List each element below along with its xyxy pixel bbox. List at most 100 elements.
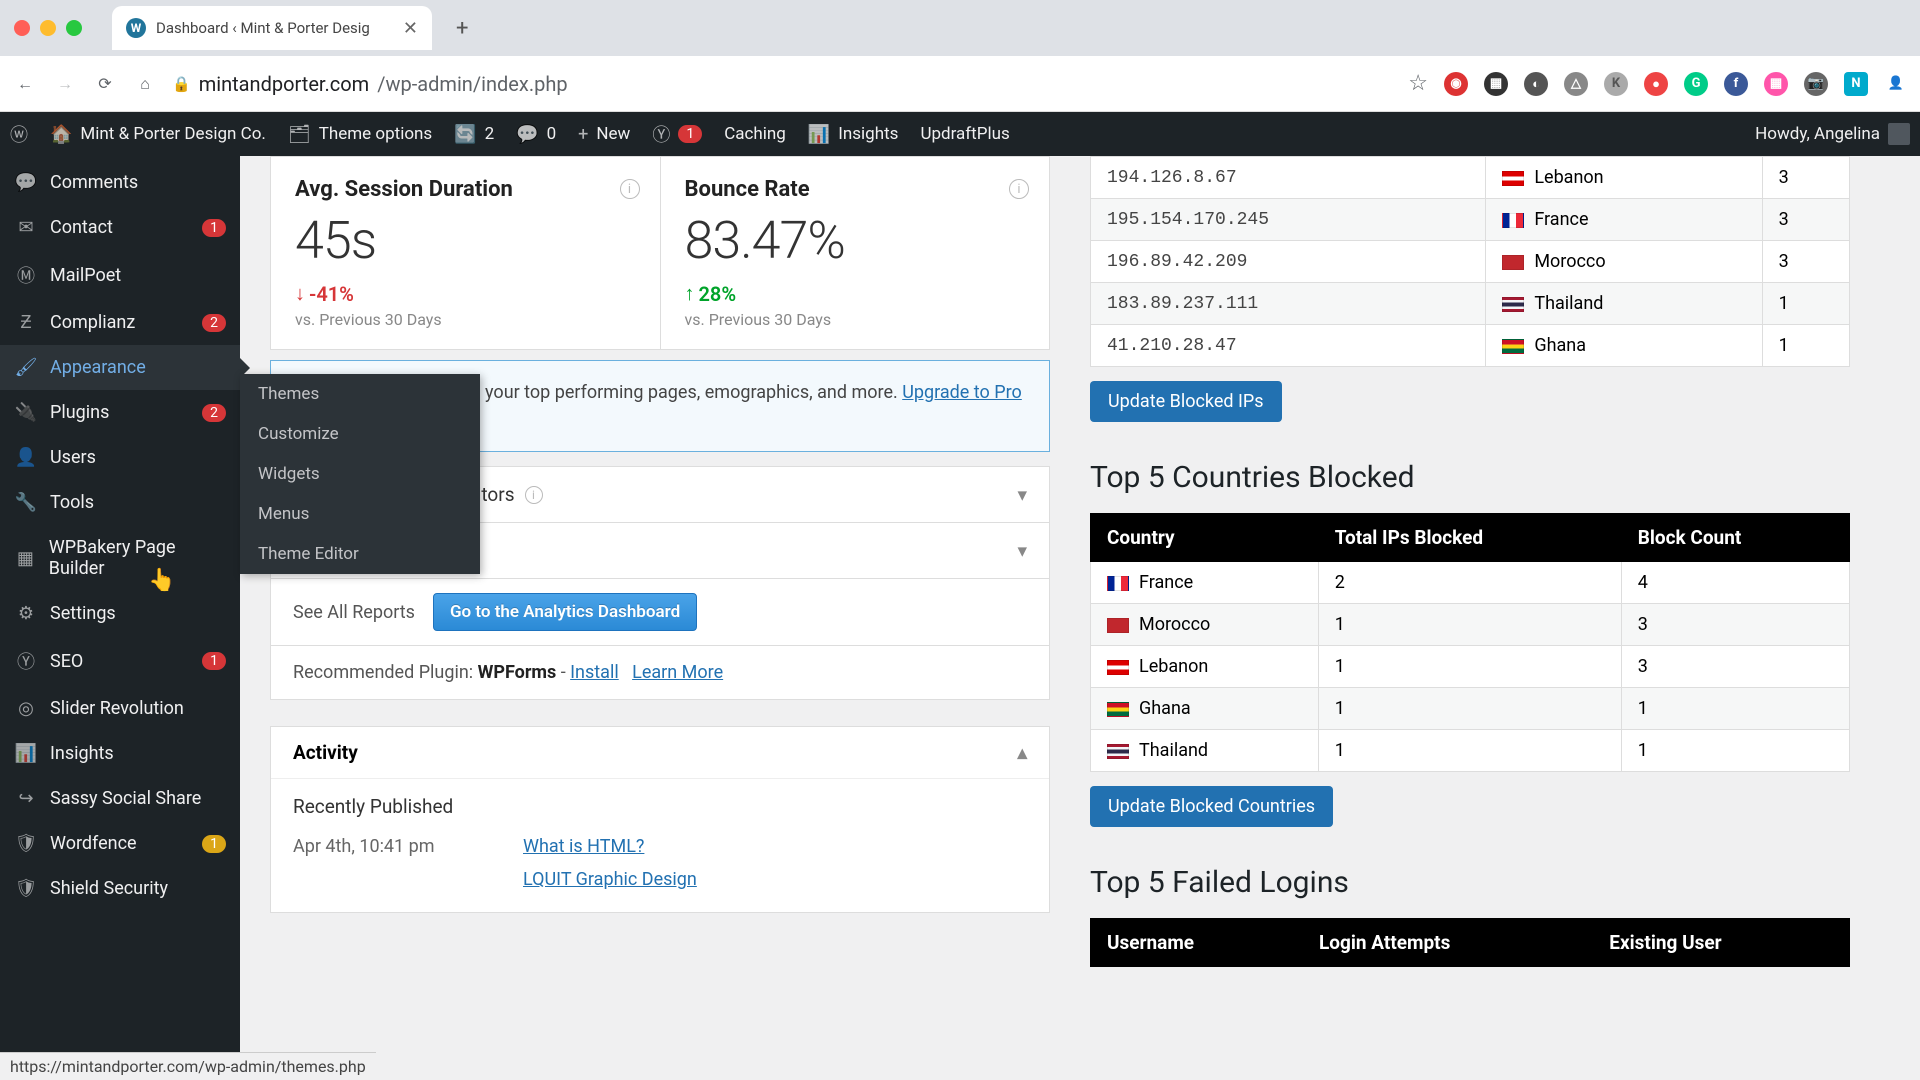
analytics-dashboard-button[interactable]: Go to the Analytics Dashboard bbox=[433, 593, 697, 631]
info-icon[interactable]: i bbox=[525, 486, 543, 504]
updraft-link[interactable]: UpdraftPlus bbox=[920, 124, 1009, 144]
info-icon[interactable]: i bbox=[620, 179, 640, 199]
activity-date: Apr 4th, 10:41 pm bbox=[293, 836, 493, 857]
card-title: Bounce Rate bbox=[685, 177, 1026, 202]
extension-icon[interactable]: 📷 bbox=[1804, 72, 1828, 96]
activity-header[interactable]: Activity ▴ bbox=[271, 727, 1049, 779]
facebook-icon[interactable]: f bbox=[1724, 72, 1748, 96]
menu-label: Users bbox=[50, 447, 96, 468]
bounce-vs: vs. Previous 30 Days bbox=[685, 310, 1026, 329]
insights-link[interactable]: 📊Insights bbox=[808, 124, 899, 145]
extension-icon[interactable]: ▦ bbox=[1484, 72, 1508, 96]
menu-badge: 2 bbox=[202, 404, 226, 422]
new-tab-button[interactable]: + bbox=[456, 16, 468, 41]
sidebar-item-sassy-social-share[interactable]: ↪Sassy Social Share bbox=[0, 776, 240, 821]
maximize-window[interactable] bbox=[66, 20, 82, 36]
country-row: France24 bbox=[1091, 562, 1850, 604]
ip-address: 183.89.237.111 bbox=[1091, 283, 1486, 325]
minimize-window[interactable] bbox=[40, 20, 56, 36]
submenu-item-theme-editor[interactable]: Theme Editor bbox=[240, 534, 480, 574]
caching-link[interactable]: Caching bbox=[724, 124, 786, 144]
sidebar-item-tools[interactable]: 🔧Tools bbox=[0, 480, 240, 525]
account-link[interactable]: Howdy, Angelina bbox=[1755, 123, 1910, 145]
menu-icon: ▦ bbox=[14, 548, 37, 569]
submenu-item-customize[interactable]: Customize bbox=[240, 414, 480, 454]
menu-icon: 🛡 bbox=[14, 878, 38, 899]
updates-link[interactable]: 🔄2 bbox=[454, 124, 494, 145]
tab-title: Dashboard ‹ Mint & Porter Desig bbox=[156, 19, 393, 37]
menu-label: Comments bbox=[50, 172, 138, 193]
sidebar-item-comments[interactable]: 💬Comments bbox=[0, 160, 240, 205]
extension-icon[interactable]: ◐ bbox=[1524, 72, 1548, 96]
extension-icon[interactable]: G bbox=[1684, 72, 1708, 96]
menu-label: Slider Revolution bbox=[50, 698, 184, 719]
ip-count: 3 bbox=[1762, 157, 1849, 199]
theme-options-label: Theme options bbox=[319, 124, 432, 144]
info-icon[interactable]: i bbox=[1009, 179, 1029, 199]
close-tab-icon[interactable]: ✕ bbox=[403, 18, 418, 39]
sidebar-item-settings[interactable]: ⚙Settings bbox=[0, 591, 240, 636]
sidebar-item-appearance[interactable]: 🖌Appearance bbox=[0, 345, 240, 390]
extension-icon[interactable]: ● bbox=[1644, 72, 1668, 96]
sidebar-item-mailpoet[interactable]: ⓂMailPoet bbox=[0, 250, 240, 300]
sidebar-item-users[interactable]: 👤Users bbox=[0, 435, 240, 480]
ip-row: 194.126.8.67Lebanon3 bbox=[1091, 157, 1850, 199]
update-blocked-countries-button[interactable]: Update Blocked Countries bbox=[1090, 786, 1333, 827]
activity-link[interactable]: LQUIT Graphic Design bbox=[523, 869, 697, 890]
home-button[interactable]: ⌂ bbox=[132, 71, 158, 97]
extension-icon[interactable]: K bbox=[1604, 72, 1628, 96]
reload-button[interactable]: ⟳ bbox=[92, 71, 118, 97]
flag-icon bbox=[1502, 213, 1524, 228]
close-window[interactable] bbox=[14, 20, 30, 36]
sidebar-item-wordfence[interactable]: 🛡Wordfence1 bbox=[0, 821, 240, 866]
yoast-link[interactable]: Ⓨ1 bbox=[652, 121, 702, 147]
see-all-reports-link[interactable]: See All Reports bbox=[293, 602, 415, 623]
browser-tab[interactable]: W Dashboard ‹ Mint & Porter Desig ✕ bbox=[112, 6, 432, 50]
extension-icon[interactable]: △ bbox=[1564, 72, 1588, 96]
bookmark-star-icon[interactable]: ☆ bbox=[1408, 71, 1428, 96]
extension-icon[interactable]: N bbox=[1844, 72, 1868, 96]
sidebar-item-insights[interactable]: 📊Insights bbox=[0, 731, 240, 776]
learn-more-link[interactable]: Learn More bbox=[632, 662, 723, 683]
back-button[interactable]: ← bbox=[12, 71, 38, 97]
forward-button[interactable]: → bbox=[52, 71, 78, 97]
browser-status-bar: https://mintandporter.com/wp-admin/theme… bbox=[0, 1052, 376, 1080]
site-name-link[interactable]: 🏠Mint & Porter Design Co. bbox=[50, 124, 266, 145]
sidebar-item-shield-security[interactable]: 🛡Shield Security bbox=[0, 866, 240, 911]
updates-count: 2 bbox=[485, 124, 495, 144]
rec-plugin-name: WPForms bbox=[478, 662, 557, 683]
sidebar-item-complianz[interactable]: ƵComplianz2 bbox=[0, 300, 240, 345]
submenu-item-menus[interactable]: Menus bbox=[240, 494, 480, 534]
session-value: 45s bbox=[295, 210, 636, 271]
menu-icon: Ⓨ bbox=[14, 648, 38, 674]
howdy-text: Howdy, Angelina bbox=[1755, 124, 1880, 144]
activity-date bbox=[293, 869, 493, 890]
sidebar-item-plugins[interactable]: 🔌Plugins2 bbox=[0, 390, 240, 435]
submenu-item-widgets[interactable]: Widgets bbox=[240, 454, 480, 494]
new-content-link[interactable]: +New bbox=[578, 124, 630, 145]
update-blocked-ips-button[interactable]: Update Blocked IPs bbox=[1090, 381, 1282, 422]
address-bar[interactable]: 🔒 mintandporter.com/wp-admin/index.php bbox=[172, 72, 568, 96]
install-link[interactable]: Install bbox=[570, 662, 619, 683]
sidebar-item-seo[interactable]: ⓎSEO1 bbox=[0, 636, 240, 686]
menu-label: Settings bbox=[50, 603, 116, 624]
sidebar-item-contact[interactable]: ✉Contact1 bbox=[0, 205, 240, 250]
failed-logins-title: Top 5 Failed Logins bbox=[1090, 865, 1850, 900]
extension-icon[interactable]: ◉ bbox=[1444, 72, 1468, 96]
window-controls bbox=[14, 20, 82, 36]
country-cell: Ghana bbox=[1091, 688, 1319, 730]
country-cell: Morocco bbox=[1091, 604, 1319, 646]
theme-options-link[interactable]: 🗂Theme options bbox=[288, 124, 432, 145]
menu-label: MailPoet bbox=[50, 265, 121, 286]
sidebar-item-slider-revolution[interactable]: ◎Slider Revolution bbox=[0, 686, 240, 731]
count-cell: 3 bbox=[1621, 646, 1849, 688]
wp-logo[interactable]: ⓦ bbox=[10, 121, 28, 147]
wp-admin-bar: ⓦ 🏠Mint & Porter Design Co. 🗂Theme optio… bbox=[0, 112, 1920, 156]
submenu-item-themes[interactable]: Themes bbox=[240, 374, 480, 414]
activity-link[interactable]: What is HTML? bbox=[523, 836, 644, 857]
menu-badge: 2 bbox=[202, 314, 226, 332]
sidebar-item-wpbakery-page-builder[interactable]: ▦WPBakery Page Builder bbox=[0, 525, 240, 591]
comments-link[interactable]: 💬0 bbox=[516, 124, 556, 145]
profile-icon[interactable]: 👤 bbox=[1884, 72, 1908, 96]
extension-icon[interactable]: ▦ bbox=[1764, 72, 1788, 96]
